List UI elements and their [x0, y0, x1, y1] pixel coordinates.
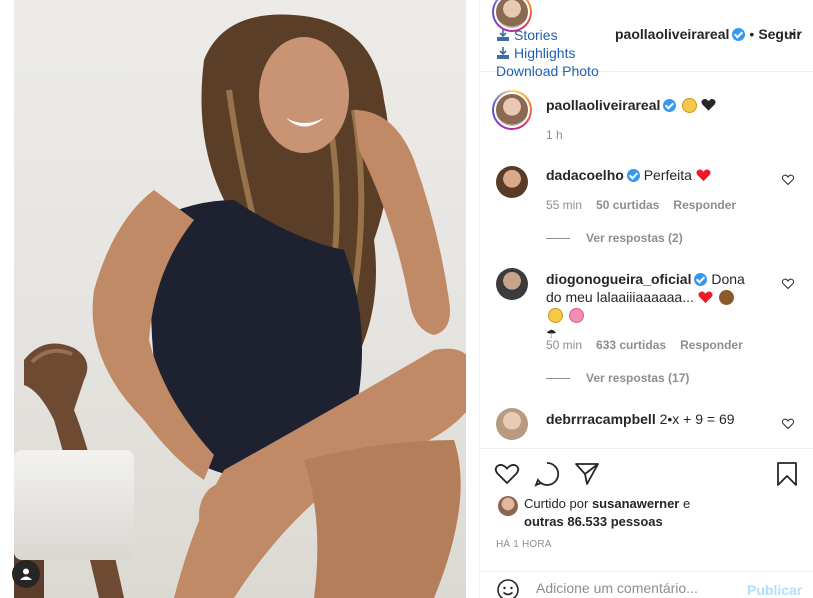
- verified-icon: [694, 273, 708, 286]
- monkey-icon: [718, 290, 734, 305]
- add-comment-bar: Publicar: [480, 571, 813, 598]
- post-time-ago[interactable]: HÁ 1 HORA: [496, 539, 552, 550]
- more-options-icon[interactable]: ···: [784, 26, 803, 44]
- comment-meta: 55 min 50 curtidas Responder: [546, 198, 750, 212]
- post-header: Stories Highlights Download Photo paolla…: [480, 0, 813, 79]
- post-photo[interactable]: [0, 0, 479, 598]
- tagged-users-button[interactable]: [12, 560, 40, 588]
- header-username-row: paollaoliveirareal • Seguir: [615, 26, 802, 42]
- grinning-face-icon: [682, 98, 698, 113]
- flower-icon: [568, 308, 584, 323]
- comment-time: 50 min: [546, 338, 583, 352]
- like-comment-heart-icon[interactable]: [782, 278, 794, 290]
- comment-input[interactable]: [536, 580, 736, 596]
- verified-icon: [663, 99, 677, 112]
- like-comment-heart-icon[interactable]: [782, 174, 794, 186]
- photo-content: [14, 0, 466, 598]
- comment-text: 2•x + 9 = 69: [659, 411, 735, 427]
- commenter-avatar[interactable]: [496, 268, 528, 300]
- reply-button[interactable]: Responder: [673, 198, 736, 212]
- download-icon: [497, 47, 509, 59]
- winking-face-icon: [548, 308, 563, 323]
- publish-button[interactable]: Publicar: [747, 582, 802, 598]
- download-icon: [497, 29, 509, 41]
- verified-icon: [626, 169, 640, 182]
- caption-row: paollaoliveirareal: [546, 97, 716, 113]
- highlights-link[interactable]: Highlights: [496, 44, 599, 62]
- liked-by-others[interactable]: outras 86.533 pessoas: [524, 514, 663, 529]
- liked-by-user[interactable]: susanawerner: [592, 496, 679, 511]
- comment-time: 55 min: [546, 198, 583, 212]
- post-side-panel: Stories Highlights Download Photo paolla…: [479, 0, 813, 598]
- comment-username[interactable]: dadacoelho: [546, 167, 624, 183]
- comment-row: debrrracampbell 2•x + 9 = 69: [546, 411, 735, 427]
- like-comment-heart-icon[interactable]: [782, 418, 794, 430]
- comment-row: diogonogueira_oficial Dona do meu lalaai…: [546, 270, 746, 343]
- like-heart-icon[interactable]: [494, 461, 520, 487]
- share-paper-plane-icon[interactable]: [574, 461, 600, 487]
- liker-avatar[interactable]: [498, 496, 518, 516]
- header-username[interactable]: paollaoliveirareal: [615, 26, 729, 42]
- reply-button[interactable]: Responder: [680, 338, 743, 352]
- view-replies-button[interactable]: Ver respostas (2): [546, 231, 683, 245]
- red-heart-icon: [698, 291, 713, 304]
- comment-likes[interactable]: 50 curtidas: [596, 198, 659, 212]
- comment-username[interactable]: diogonogueira_oficial: [546, 271, 691, 287]
- woman-figure-illustration: [92, 14, 466, 598]
- liked-by-prefix: Curtido por: [524, 496, 589, 511]
- liked-by-text: Curtido por susanawerner e outras 86.533…: [524, 495, 690, 531]
- black-heart-icon: [701, 98, 716, 111]
- commenter-avatar[interactable]: [496, 408, 528, 440]
- comments-list: paollaoliveirareal 1 h dadacoelho Perfei…: [480, 72, 813, 448]
- caption-avatar[interactable]: [492, 90, 532, 130]
- comment-bubble-icon[interactable]: [534, 461, 560, 487]
- comment-username[interactable]: debrrracampbell: [546, 411, 656, 427]
- separator: •: [749, 26, 755, 42]
- comment-likes[interactable]: 633 curtidas: [596, 338, 666, 352]
- save-bookmark-icon[interactable]: [774, 461, 800, 487]
- comment-meta: 50 min 633 curtidas Responder: [546, 338, 757, 352]
- view-replies-button[interactable]: Ver respostas (17): [546, 371, 689, 385]
- verified-icon: [732, 28, 746, 41]
- comment-text: Perfeita: [643, 167, 692, 183]
- user-icon: [20, 568, 32, 580]
- emoji-smiley-icon[interactable]: [496, 578, 520, 598]
- caption-username[interactable]: paollaoliveirareal: [546, 97, 660, 113]
- stories-link[interactable]: Stories: [496, 26, 599, 44]
- comment-row: dadacoelho Perfeita: [546, 167, 711, 183]
- commenter-avatar[interactable]: [496, 166, 528, 198]
- liked-by-and: e: [683, 496, 691, 511]
- red-heart-icon: [696, 169, 711, 182]
- post-actions: Curtido por susanawerner e outras 86.533…: [480, 448, 813, 598]
- caption-time: 1 h: [546, 128, 563, 142]
